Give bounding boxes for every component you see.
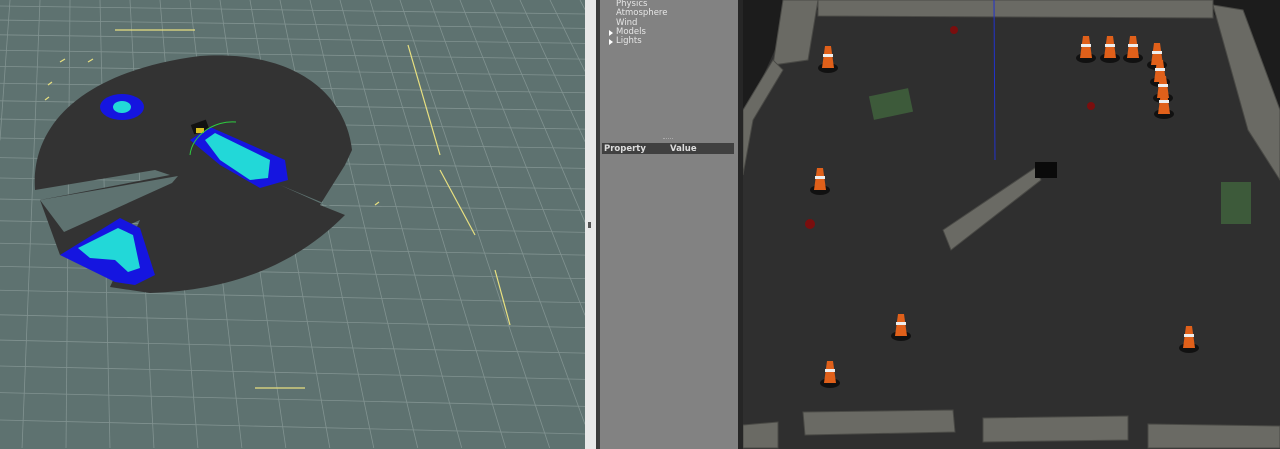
splitter-grip[interactable]	[588, 222, 591, 228]
grid-line	[0, 34, 585, 44]
grid-line	[0, 392, 585, 407]
tree-item-lights[interactable]: Lights	[600, 36, 667, 46]
grid-line	[0, 365, 585, 380]
rviz-scene	[0, 0, 585, 449]
grid-line	[519, 0, 585, 142]
world-tree: Physics Atmosphere Wind Models Lights	[600, 0, 667, 46]
robot	[1035, 162, 1057, 178]
grid-line	[459, 0, 585, 316]
grid-line	[0, 5, 585, 15]
grid-line	[0, 419, 585, 435]
value-column-header[interactable]: Value	[668, 144, 697, 154]
gazebo-scene	[743, 0, 1280, 449]
costmap-obstacle-round	[100, 94, 144, 120]
property-column-header[interactable]: Property	[602, 144, 668, 154]
rviz-3d-view[interactable]	[0, 0, 585, 449]
resize-handle[interactable]	[663, 138, 673, 139]
grid-line	[369, 0, 507, 449]
property-table-header: Property Value	[602, 143, 734, 154]
grid-line	[429, 0, 585, 425]
grid-line	[549, 0, 585, 72]
grid-line	[339, 0, 463, 449]
gazebo-3d-view[interactable]	[743, 0, 1280, 449]
dumpster-2	[1221, 182, 1251, 224]
grid-line	[0, 339, 585, 354]
grid-line	[399, 0, 551, 449]
grid-line	[0, 19, 585, 29]
panel-splitter[interactable]	[585, 0, 598, 449]
world-panel: Physics Atmosphere Wind Models Lights Pr…	[600, 0, 738, 449]
grid-line	[0, 314, 585, 328]
